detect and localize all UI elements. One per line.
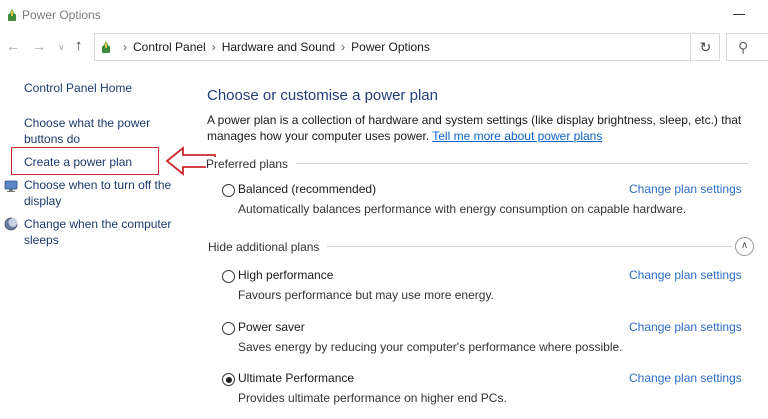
plan-name[interactable]: Power saver [238,320,305,334]
breadcrumb: › Control Panel › Hardware and Sound › P… [117,40,430,54]
power-options-icon [8,9,16,21]
back-button[interactable]: ← [6,37,20,55]
plan-balanced: Balanced (recommended) Automatically bal… [222,182,768,222]
hide-additional-plans-heading[interactable]: Hide additional plans [208,240,328,254]
radio-high-performance[interactable] [222,270,235,283]
collapse-chevron-up-icon[interactable]: ∧ [735,237,754,256]
moon-icon [4,217,18,231]
plan-description: Provides ultimate performance on higher … [238,391,507,405]
plan-description: Automatically balances performance with … [238,202,687,216]
plan-power-saver: Power saver Saves energy by reducing you… [222,320,768,360]
chevron-right-icon[interactable]: › [212,40,216,54]
forward-button[interactable]: → [32,37,46,55]
change-plan-settings-link[interactable]: Change plan settings [629,320,742,334]
sidebar: Control Panel Home Choose what the power… [0,63,216,419]
change-plan-settings-link[interactable]: Change plan settings [629,371,742,385]
plan-name[interactable]: Balanced (recommended) [238,182,376,196]
control-panel-icon [102,41,110,53]
main-content: Choose or customise a power plan A power… [190,63,768,419]
address-bar[interactable]: › Control Panel › Hardware and Sound › P… [94,33,768,61]
sidebar-item-control-panel-home[interactable]: Control Panel Home [24,80,132,96]
learn-more-link[interactable]: Tell me more about power plans [432,129,602,143]
up-button[interactable]: ↑ [75,37,83,55]
radio-power-saver[interactable] [222,322,235,335]
address-row: ← → ∨ ↑ › Control Panel › Hardware and S… [0,31,768,63]
chevron-right-icon[interactable]: › [341,40,345,54]
radio-ultimate-performance[interactable] [222,373,235,386]
sidebar-item-power-buttons[interactable]: Choose what the power buttons do [24,115,169,147]
change-plan-settings-link[interactable]: Change plan settings [629,182,742,196]
monitor-icon [4,180,18,192]
search-icon: ⚲ [738,39,749,55]
page-description: A power plan is a collection of hardware… [207,112,767,144]
radio-balanced[interactable] [222,184,235,197]
window-title: Power Options [22,8,101,22]
plan-name[interactable]: High performance [238,268,333,282]
plan-ultimate-performance: Ultimate Performance Provides ultimate p… [222,371,768,411]
sidebar-item-computer-sleeps[interactable]: Change when the computer sleeps [24,216,174,248]
title-bar: Power Options [0,0,768,31]
divider [297,163,748,164]
breadcrumb-hardware-and-sound[interactable]: Hardware and Sound [222,40,335,54]
plan-description: Favours performance but may use more ene… [238,288,494,302]
sidebar-item-turn-off-display[interactable]: Choose when to turn off the display [24,177,174,209]
search-input[interactable]: ⚲ [726,33,768,61]
refresh-button[interactable]: ↻ [692,33,720,61]
page-title: Choose or customise a power plan [207,87,438,104]
sidebar-item-create-power-plan[interactable]: Create a power plan [24,154,132,170]
breadcrumb-control-panel[interactable]: Control Panel [133,40,206,54]
plan-name[interactable]: Ultimate Performance [238,371,354,385]
plan-description: Saves energy by reducing your computer's… [238,340,623,354]
minimize-button[interactable] [733,14,745,15]
recent-locations-button[interactable]: ∨ [58,38,65,56]
plan-high-performance: High performance Favours performance but… [222,268,768,308]
change-plan-settings-link[interactable]: Change plan settings [629,268,742,282]
preferred-plans-heading: Preferred plans [206,157,297,171]
divider [320,246,732,247]
breadcrumb-power-options[interactable]: Power Options [351,40,430,54]
chevron-right-icon: › [123,40,127,54]
